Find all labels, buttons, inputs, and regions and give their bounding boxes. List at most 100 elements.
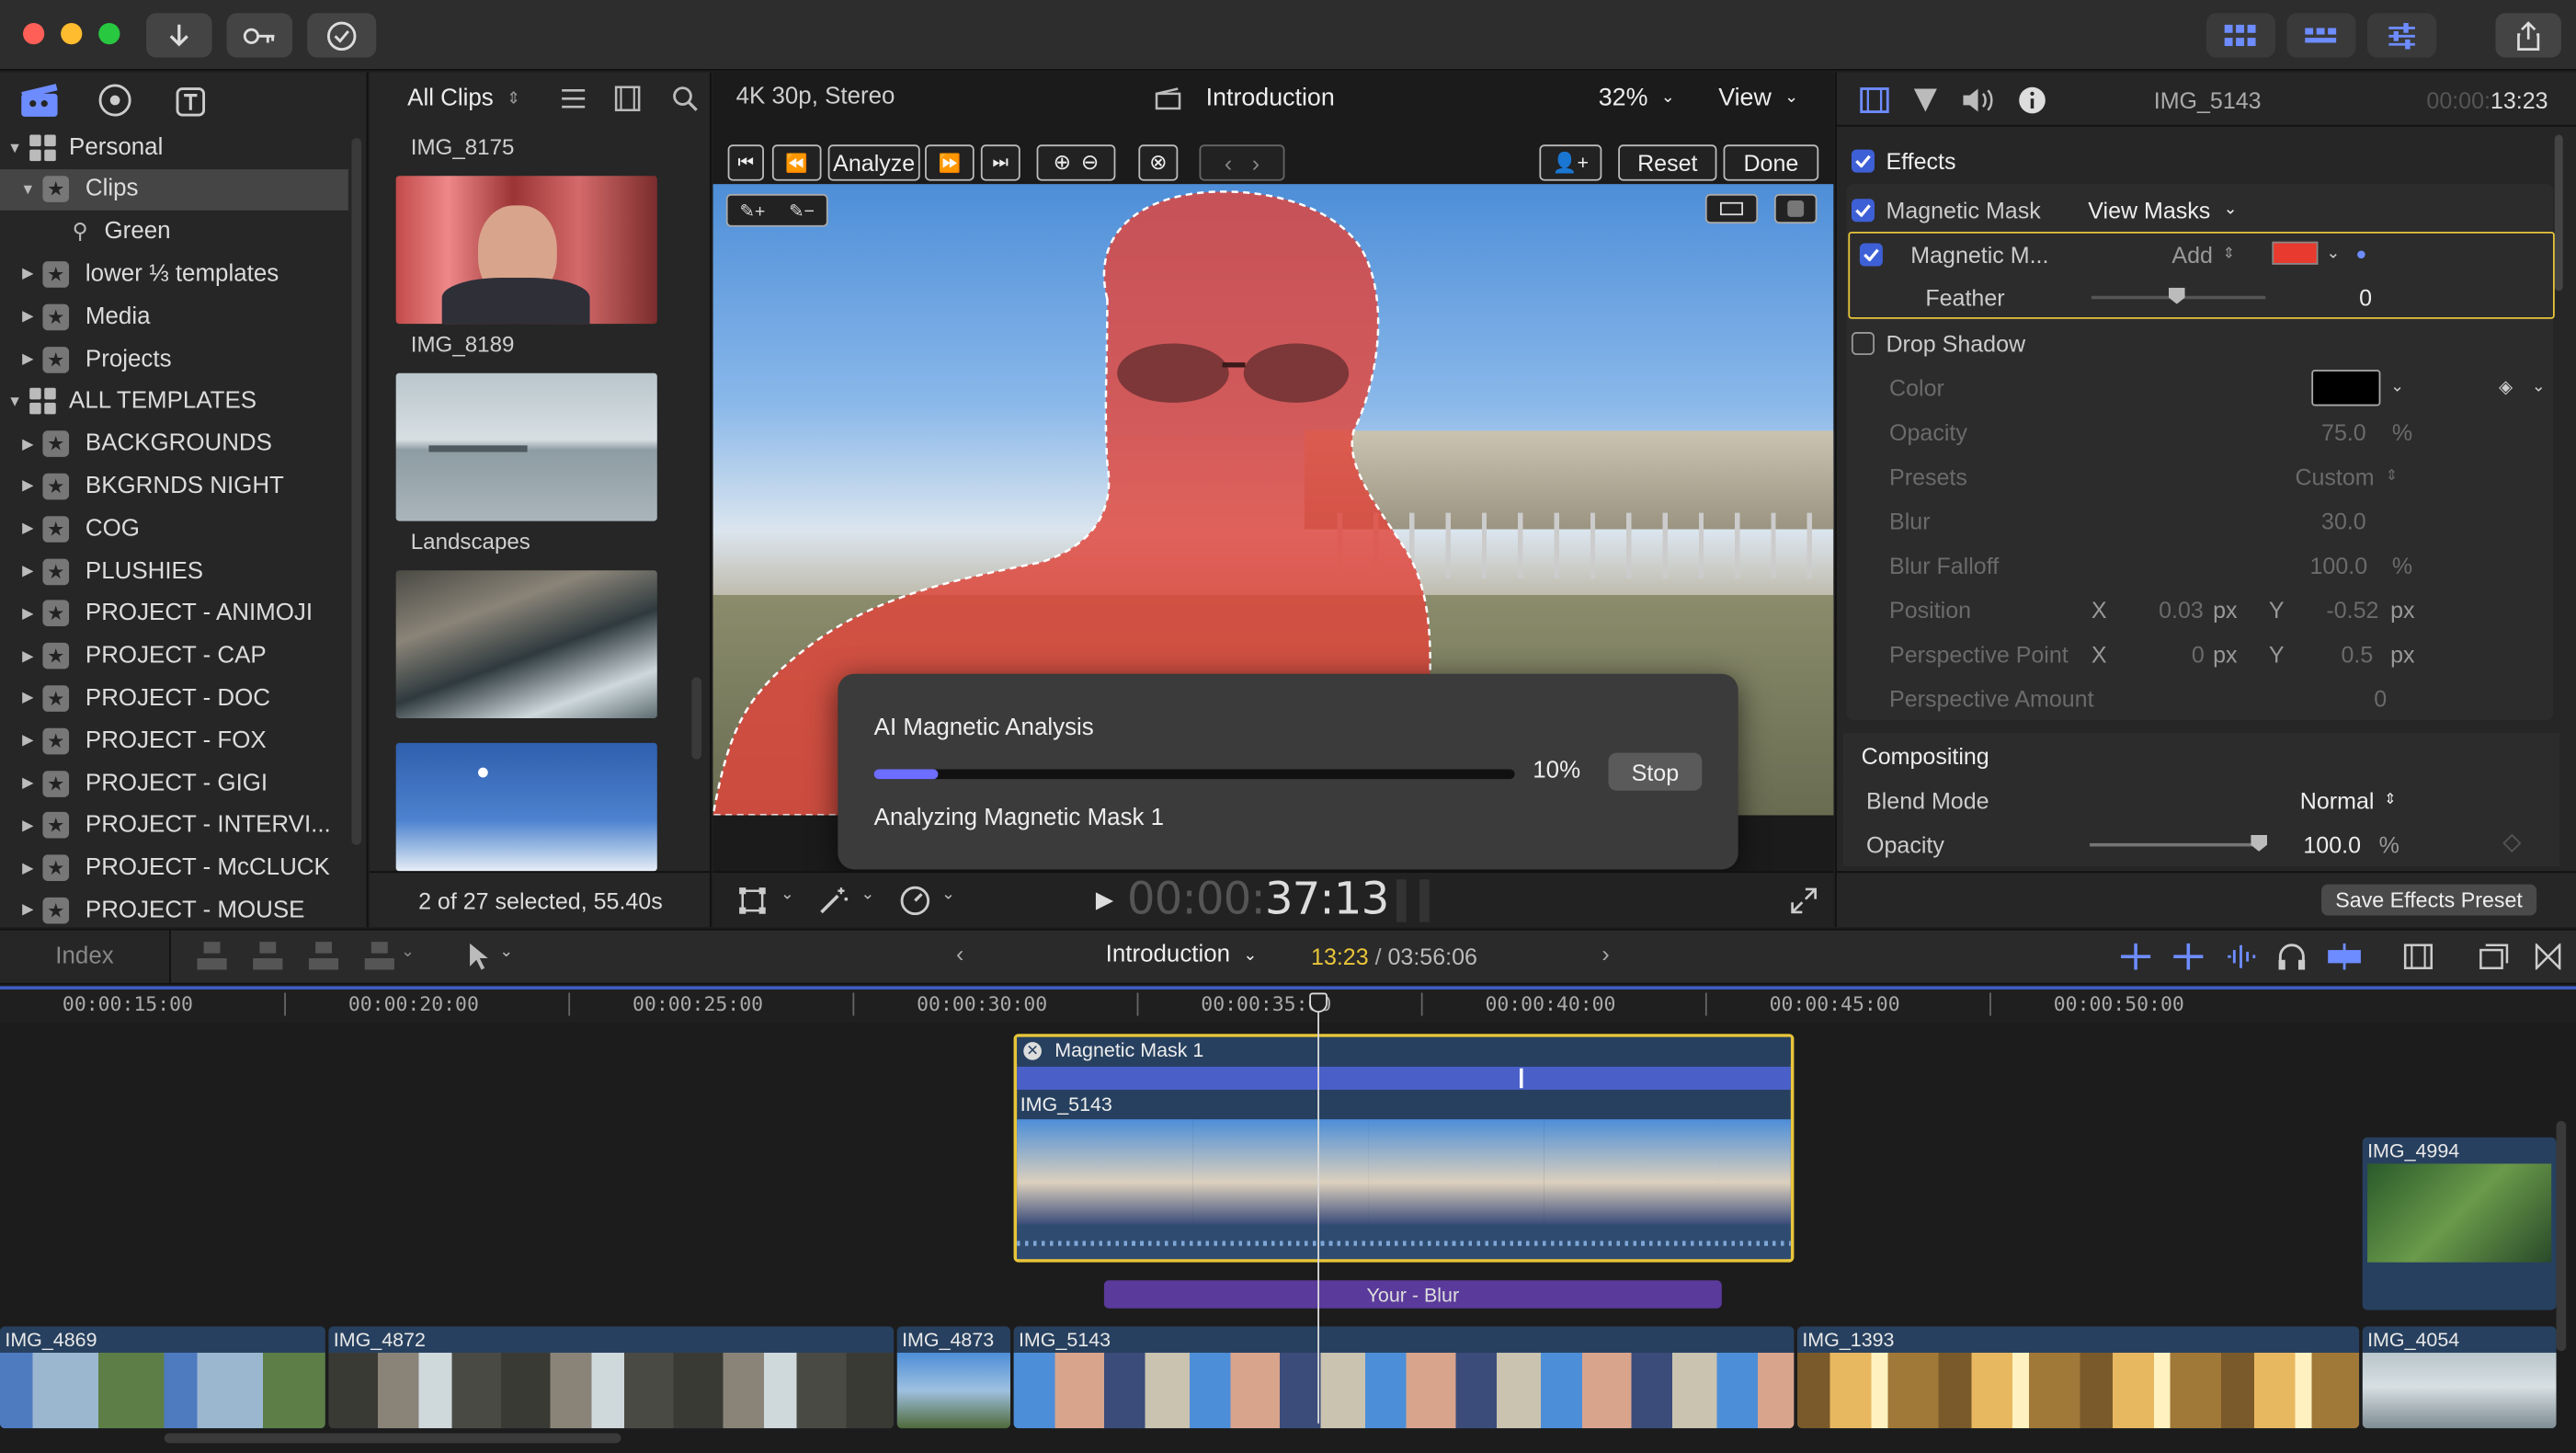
primary-clip[interactable]: IMG_4872 xyxy=(328,1326,895,1429)
zoom-out-icon[interactable] xyxy=(2119,942,2152,971)
shadow-color-swatch[interactable] xyxy=(2311,370,2381,406)
search-icon[interactable] xyxy=(672,86,699,112)
show-timeline-button[interactable] xyxy=(2286,13,2356,58)
info-inspector-icon[interactable] xyxy=(2017,86,2046,115)
feather-slider-thumb[interactable] xyxy=(2168,287,2185,304)
minus-circle-icon[interactable]: ⊖ xyxy=(1081,150,1099,177)
perspective-amount-value[interactable]: 0 xyxy=(2374,684,2387,711)
select-arrow-icon[interactable] xyxy=(467,942,490,971)
disclosure-triangle-icon[interactable]: ▶ xyxy=(19,477,36,496)
playhead-handle[interactable] xyxy=(1309,992,1328,1013)
clip-thumbnail-rocks[interactable] xyxy=(395,570,657,719)
clear-button[interactable]: ⊗ xyxy=(1138,144,1179,181)
show-browser-button[interactable] xyxy=(2206,13,2275,58)
timeline-project-menu[interactable]: Introduction ⌄ xyxy=(1106,942,1258,968)
position-y-value[interactable]: -0.52 xyxy=(2326,596,2378,623)
connect-clip-icon[interactable] xyxy=(194,940,230,973)
disclosure-triangle-icon[interactable]: ▶ xyxy=(19,520,36,538)
clip-appearance-icon[interactable] xyxy=(2403,944,2434,970)
person-icon[interactable]: ● xyxy=(2356,244,2367,263)
disclosure-triangle-icon[interactable]: ▶ xyxy=(19,308,36,326)
mask-color-swatch[interactable] xyxy=(2272,241,2319,265)
display-mode-button[interactable] xyxy=(1704,193,1759,224)
rewind-button[interactable]: ⏪ xyxy=(771,144,822,181)
keyframe-icon[interactable]: ◈ xyxy=(2499,376,2513,397)
chevron-left-icon[interactable]: ‹ xyxy=(1225,150,1232,177)
playhead[interactable] xyxy=(1317,992,1319,1424)
zoom-window-button[interactable] xyxy=(98,23,120,45)
chevron-down-icon[interactable]: ⌄ xyxy=(2390,378,2404,396)
chevron-down-icon[interactable]: ⌄ xyxy=(941,886,955,904)
background-tasks-button[interactable] xyxy=(307,13,377,58)
primary-clip[interactable]: IMG_5143 xyxy=(1013,1326,1795,1429)
sidebar-item[interactable]: ▶ ★ Projects xyxy=(0,338,348,380)
transitions-browser-icon[interactable] xyxy=(2535,943,2561,970)
sidebar-item[interactable]: ▼ ALL TEMPLATES xyxy=(0,381,348,422)
chevron-right-icon[interactable]: › xyxy=(1252,150,1260,177)
sidebar-item[interactable]: ▶ ★ PROJECT - INTERVI... xyxy=(0,805,348,846)
disclosure-triangle-icon[interactable]: ▶ xyxy=(19,817,36,835)
overwrite-clip-icon[interactable] xyxy=(361,940,397,973)
comp-opacity-thumb[interactable] xyxy=(2251,834,2268,852)
disclosure-triangle-icon[interactable]: ▶ xyxy=(19,265,36,283)
mask-view-button[interactable] xyxy=(1773,193,1818,224)
connected-clip[interactable]: IMG_4994 xyxy=(2362,1137,2557,1310)
titles-generators-icon[interactable] xyxy=(171,82,211,118)
close-circle-icon[interactable]: ✕ xyxy=(1023,1041,1042,1059)
sidebar-item[interactable]: ⚲ Green xyxy=(0,212,348,253)
sidebar-item[interactable]: ▶ ★ PROJECT - ANIMOJI xyxy=(0,593,348,635)
subtract-brush-icon[interactable]: ✎− xyxy=(789,200,815,221)
minimize-window-button[interactable] xyxy=(61,23,83,45)
perspective-x-value[interactable]: 0 xyxy=(2192,640,2205,667)
show-inspector-button[interactable] xyxy=(2367,13,2437,58)
sidebar-item[interactable]: ▶ ★ PROJECT - McCLUCK xyxy=(0,848,348,889)
go-to-start-button[interactable]: ⏮ xyxy=(727,144,764,181)
insert-clip-icon[interactable] xyxy=(250,940,286,973)
sidebar-item[interactable]: ▶ ★ BACKGROUNDS xyxy=(0,423,348,464)
chevron-left-icon[interactable]: ‹ xyxy=(956,940,963,967)
blur-value[interactable]: 30.0 xyxy=(2321,507,2366,533)
title-clip[interactable]: Your - Blur xyxy=(1103,1280,1722,1309)
photos-audio-icon[interactable] xyxy=(96,82,135,118)
save-effects-preset-button[interactable]: Save Effects Preset xyxy=(2321,884,2537,916)
reset-button[interactable]: Reset xyxy=(1618,144,1717,181)
chevron-down-icon[interactable]: ⌄ xyxy=(2326,245,2340,263)
view-masks-menu[interactable]: View Masks ⌄ xyxy=(2088,197,2237,223)
timeline-horizontal-scrollbar[interactable] xyxy=(164,1433,621,1444)
chevron-down-icon[interactable]: ⌄ xyxy=(861,886,874,904)
speed-gauge-icon[interactable] xyxy=(898,885,931,918)
clip-thumbnail-pier[interactable] xyxy=(395,372,657,521)
headphones-icon[interactable] xyxy=(2277,942,2307,971)
chevron-right-icon[interactable]: › xyxy=(1601,940,1609,967)
sidebar-item[interactable]: ▶ ★ PROJECT - CAP xyxy=(0,635,348,677)
plus-circle-icon[interactable]: ⊕ xyxy=(1054,150,1071,177)
disclosure-triangle-icon[interactable]: ▼ xyxy=(6,139,23,155)
sidebar-item[interactable]: ▶ ★ lower ⅓ templates xyxy=(0,254,348,295)
selected-clip[interactable]: ✕ Magnetic Mask 1 IMG_5143 xyxy=(1013,1034,1795,1263)
clip-thumbnail-sky[interactable] xyxy=(395,742,657,872)
share-button[interactable] xyxy=(2495,13,2561,58)
timeline-ruler[interactable]: 00:00:15:00 00:00:20:00 00:00:25:00 00:00:3… xyxy=(0,986,2576,1023)
position-x-value[interactable]: 0.03 xyxy=(2159,596,2204,623)
primary-clip[interactable]: IMG_4869 xyxy=(0,1326,325,1429)
view-menu[interactable]: View ⌄ xyxy=(1718,84,1798,111)
audio-inspector-icon[interactable] xyxy=(1962,87,1995,114)
zoom-in-icon[interactable] xyxy=(2171,942,2205,971)
chevron-down-icon[interactable]: ⌄ xyxy=(781,886,794,904)
disclosure-triangle-icon[interactable]: ▼ xyxy=(19,181,36,198)
transform-icon[interactable] xyxy=(737,886,767,915)
disclosure-triangle-icon[interactable]: ▶ xyxy=(19,859,36,877)
mask-shape-checkbox[interactable] xyxy=(1859,242,1883,266)
done-button[interactable]: Done xyxy=(1723,144,1819,181)
sidebar-item[interactable]: ▶ ★ PROJECT - MOUSE xyxy=(0,890,348,932)
disclosure-triangle-icon[interactable]: ▶ xyxy=(19,562,36,580)
magnetic-mask-checkbox[interactable] xyxy=(1851,198,1875,222)
disclosure-triangle-icon[interactable]: ▶ xyxy=(19,690,36,708)
sidebar-item[interactable]: ▶ ★ Media xyxy=(0,296,348,338)
disclosure-triangle-icon[interactable]: ▶ xyxy=(19,774,36,793)
disclosure-triangle-icon[interactable]: ▶ xyxy=(19,732,36,750)
disclosure-triangle-icon[interactable]: ▶ xyxy=(19,646,36,665)
mask-mode-menu[interactable]: Add ⇕ xyxy=(2171,241,2235,268)
keywords-button[interactable] xyxy=(226,13,293,58)
blur-falloff-value[interactable]: 100.0 xyxy=(2310,552,2368,578)
